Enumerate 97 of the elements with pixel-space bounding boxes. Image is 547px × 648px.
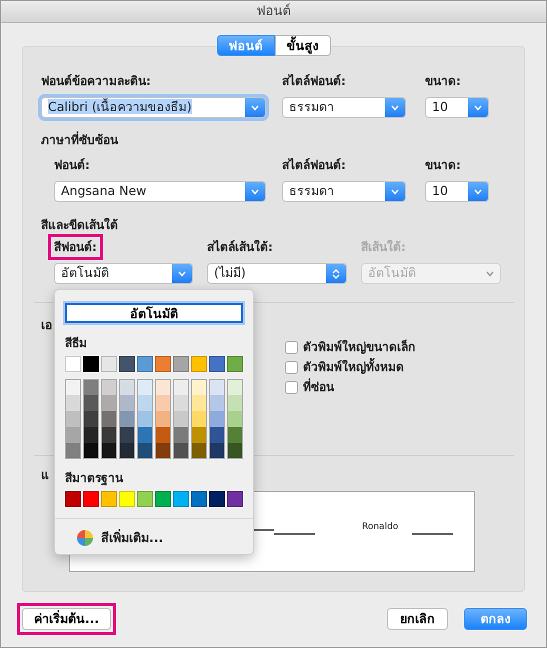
color-swatch[interactable]: [155, 427, 171, 443]
section-heading: สีและขีดเส้นใต้: [41, 216, 119, 234]
color-swatch[interactable]: [137, 379, 153, 395]
color-swatch[interactable]: [227, 411, 243, 427]
color-swatch[interactable]: [65, 395, 81, 411]
color-swatch[interactable]: [209, 379, 225, 395]
color-swatch[interactable]: [227, 379, 243, 395]
color-swatch[interactable]: [191, 427, 207, 443]
color-swatch[interactable]: [137, 411, 153, 427]
more-colors-link[interactable]: สีเพิ่มเติม...: [101, 529, 164, 548]
color-swatch[interactable]: [209, 427, 225, 443]
color-swatch[interactable]: [191, 411, 207, 427]
checkbox-label: ตัวพิมพ์ใหญ่ทั้งหมด: [303, 358, 404, 376]
color-swatch[interactable]: [191, 395, 207, 411]
cancel-button[interactable]: ยกเลิก: [387, 608, 448, 630]
color-swatch[interactable]: [65, 411, 81, 427]
defaults-button[interactable]: ค่าเริ่มต้น...: [22, 608, 111, 630]
color-swatch[interactable]: [119, 427, 135, 443]
dropdown[interactable]: 10: [425, 97, 489, 118]
dropdown[interactable]: 10: [425, 181, 489, 202]
automatic-color-button[interactable]: อัตโนมัติ: [65, 303, 243, 323]
dropdown[interactable]: ธรรมดา: [282, 181, 406, 202]
field-label: ฟอนต์ข้อความละติน:: [41, 73, 151, 90]
color-swatch[interactable]: [227, 443, 243, 459]
field-label: สไตล์ฟอนต์:: [282, 72, 346, 90]
chevron-down-icon: [486, 270, 494, 276]
color-swatch[interactable]: [83, 379, 99, 395]
color-swatch[interactable]: [173, 411, 189, 427]
field-label: สีฟอนต์:: [48, 234, 103, 260]
field-label: สไตล์ฟอนต์:: [282, 156, 346, 174]
color-swatch[interactable]: [119, 443, 135, 459]
color-swatch[interactable]: [137, 395, 153, 411]
color-swatch[interactable]: [101, 379, 117, 395]
color-swatch[interactable]: [155, 379, 171, 395]
section-heading: เอ: [41, 317, 53, 334]
color-swatch[interactable]: [227, 427, 243, 443]
tab[interactable]: ขั้นสูง: [274, 35, 330, 56]
menu-heading: สีธีม: [65, 335, 88, 352]
color-swatch[interactable]: [83, 395, 99, 411]
section-heading: แ: [41, 467, 49, 484]
dropdown[interactable]: Calibri (เนื้อความของธีม): [41, 97, 266, 118]
checkbox-label: ที่ซ่อน: [303, 378, 334, 396]
chevron-down-icon: [251, 188, 259, 194]
underline-drawing: [252, 528, 316, 536]
color-swatch[interactable]: [101, 427, 117, 443]
color-swatch[interactable]: [191, 379, 207, 395]
color-swatch[interactable]: [101, 443, 117, 459]
color-swatch[interactable]: [227, 395, 243, 411]
color-swatch[interactable]: [173, 427, 189, 443]
window-title: ฟอนต์: [256, 2, 290, 21]
dropdown[interactable]: (ไม่มี): [207, 263, 347, 284]
color-swatch[interactable]: [101, 395, 117, 411]
color-swatch[interactable]: [191, 443, 207, 459]
field-label: สีเส้นใต้:: [361, 238, 406, 256]
color-swatch[interactable]: [83, 427, 99, 443]
dropdown[interactable]: Angsana New: [54, 181, 266, 202]
chevron-down-icon: [178, 270, 186, 276]
chevron-down-icon: [251, 104, 259, 110]
color-swatch[interactable]: [155, 411, 171, 427]
color-swatch[interactable]: [137, 427, 153, 443]
color-swatch[interactable]: [119, 411, 135, 427]
color-swatch[interactable]: [209, 395, 225, 411]
color-swatch[interactable]: [119, 379, 135, 395]
preview-sample-text: Ronaldo: [362, 520, 398, 534]
chevron-down-icon: [474, 104, 482, 110]
dropdown[interactable]: อัตโนมัติ: [54, 263, 193, 284]
chevron-down-icon: [391, 104, 399, 110]
color-wheel-icon: [77, 530, 93, 546]
color-swatch[interactable]: [173, 379, 189, 395]
checkbox[interactable]: [285, 380, 298, 394]
color-swatch[interactable]: [83, 411, 99, 427]
color-swatch[interactable]: [173, 443, 189, 459]
color-swatch[interactable]: [83, 443, 99, 459]
checkbox[interactable]: [285, 340, 298, 354]
stepper-arrows-icon: [332, 268, 340, 280]
color-swatch[interactable]: [119, 395, 135, 411]
color-swatch[interactable]: [65, 379, 81, 395]
chevron-down-icon: [391, 188, 399, 194]
color-swatch[interactable]: [209, 411, 225, 427]
field-label: ขนาด:: [425, 73, 461, 90]
field-label: ฟอนต์:: [54, 157, 90, 174]
color-swatch[interactable]: [155, 395, 171, 411]
color-swatch[interactable]: [209, 443, 225, 459]
checkbox[interactable]: [285, 360, 298, 374]
menu-heading: สีมาตรฐาน: [65, 470, 124, 487]
field-label: ขนาด:: [425, 157, 461, 174]
section-heading: ภาษาที่ซับซ้อน: [41, 131, 120, 149]
field-label: สไตล์เส้นใต้:: [207, 238, 273, 256]
color-swatch[interactable]: [65, 427, 81, 443]
dropdown[interactable]: ธรรมดา: [282, 97, 406, 118]
chevron-down-icon: [474, 188, 482, 194]
checkbox-label: ตัวพิมพ์ใหญ่ขนาดเล็ก: [303, 338, 415, 356]
color-swatch[interactable]: [173, 395, 189, 411]
color-swatch[interactable]: [101, 411, 117, 427]
color-swatch[interactable]: [137, 443, 153, 459]
color-swatch[interactable]: [155, 443, 171, 459]
color-swatch[interactable]: [65, 443, 81, 459]
